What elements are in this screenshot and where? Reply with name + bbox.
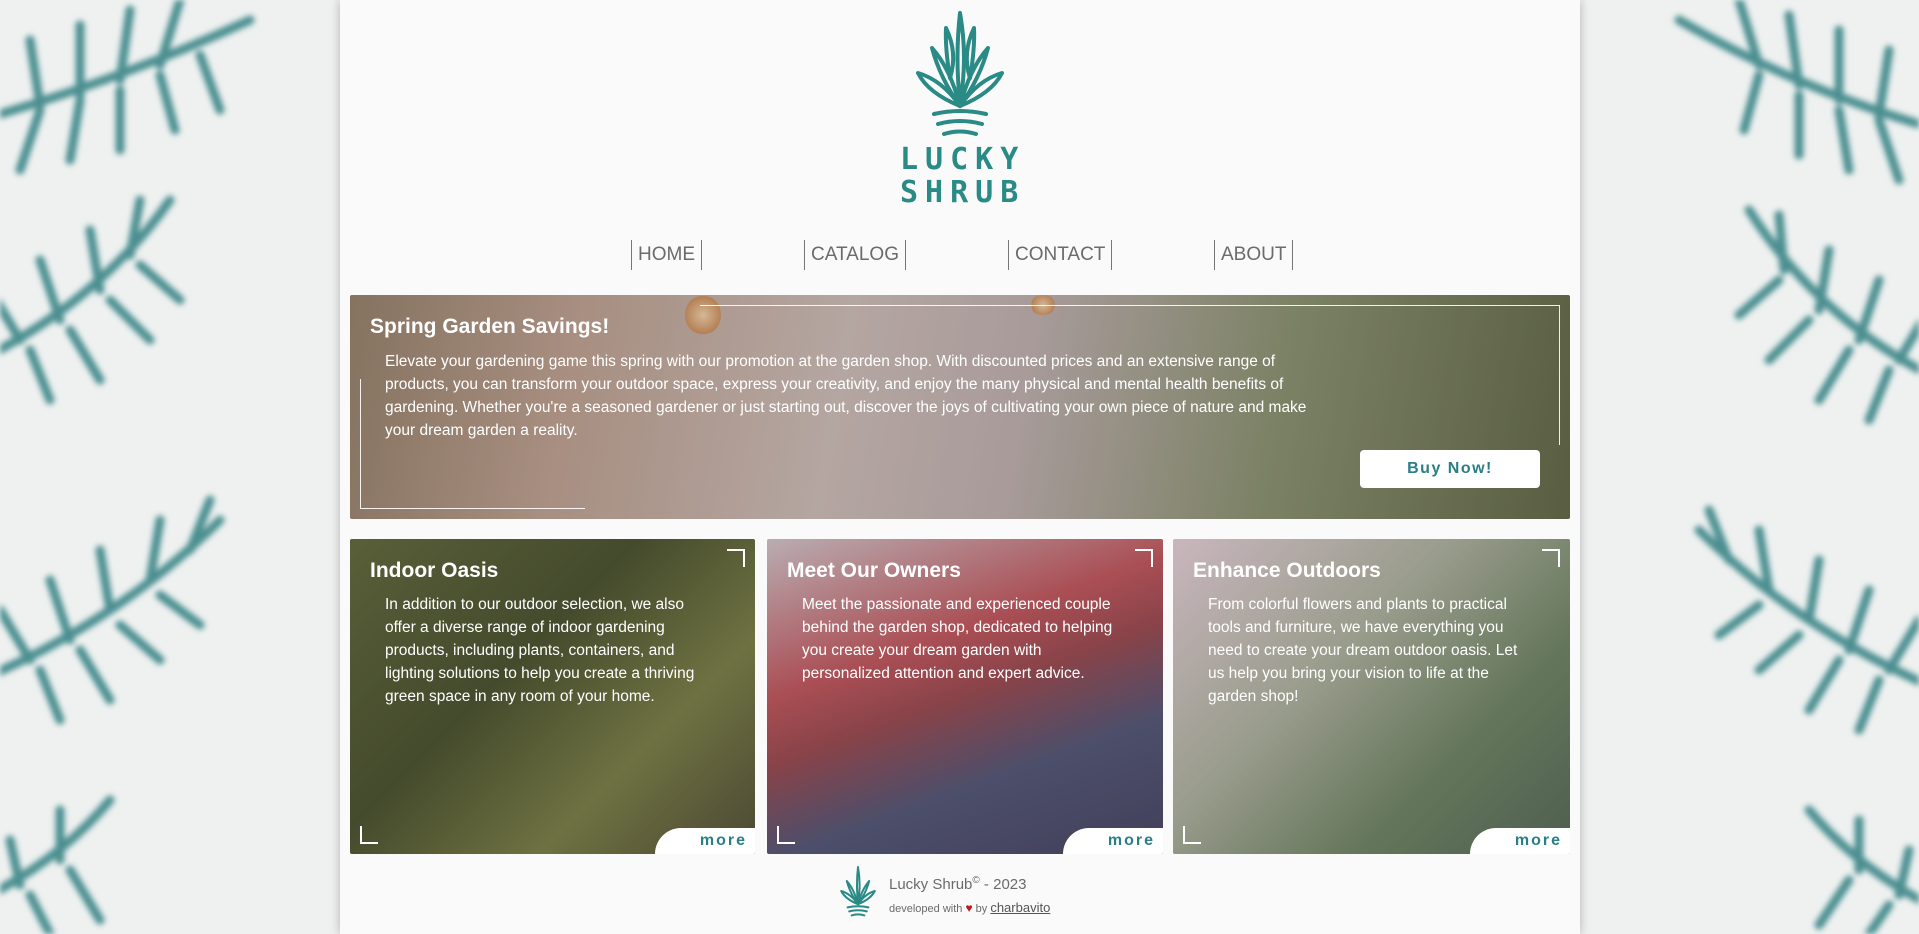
more-button[interactable]: more (1063, 828, 1163, 854)
card-corner (777, 826, 795, 844)
promo-banner: Spring Garden Savings! Elevate your gard… (350, 295, 1570, 519)
by-label: by (975, 903, 988, 915)
card-corner (1135, 549, 1153, 567)
fern-decoration-icon (0, 0, 255, 934)
footer-credit: developed with ♥ by charbavito (889, 900, 1050, 915)
site-logo[interactable]: LUCKY SHRUB (900, 8, 1020, 213)
card-overlay (767, 539, 1163, 854)
card-meet-owners: Meet Our Owners Meet the passionate and … (767, 539, 1163, 854)
card-text: In addition to our outdoor selection, we… (385, 596, 695, 705)
developed-with-label: developed with (889, 903, 963, 915)
card-text: From colorful flowers and plants to prac… (1208, 596, 1518, 705)
card-corner (727, 549, 745, 567)
logo-text-line2: SHRUB (900, 175, 1026, 210)
leaf-plant-logo-icon (840, 866, 876, 917)
footer: Lucky Shrub© - 2023 developed with ♥ by … (340, 865, 1580, 925)
copyright-symbol: © (972, 875, 980, 886)
fern-decoration-right (1579, 0, 1919, 934)
card-enhance-outdoors: Enhance Outdoors From colorful flowers a… (1173, 539, 1570, 854)
promo-title: Spring Garden Savings! (370, 315, 610, 338)
card-corner (1542, 549, 1560, 567)
page-container: LUCKY SHRUB HOME CATALOG CONTACT ABOUT S… (340, 0, 1580, 934)
nav-contact[interactable]: CONTACT (1008, 240, 1113, 270)
footer-brand-name: Lucky Shrub (889, 876, 973, 893)
card-title: Indoor Oasis (370, 559, 499, 582)
nav-home[interactable]: HOME (631, 240, 702, 270)
author-link[interactable]: charbavito (990, 900, 1050, 915)
more-button[interactable]: more (655, 828, 755, 854)
footer-copyright: Lucky Shrub© - 2023 (889, 875, 1026, 893)
card-indoor-oasis: Indoor Oasis In addition to our outdoor … (350, 539, 755, 854)
card-title: Meet Our Owners (787, 559, 961, 582)
more-button[interactable]: more (1470, 828, 1570, 854)
nav-catalog[interactable]: CATALOG (804, 240, 906, 270)
leaf-plant-logo-icon (916, 11, 1004, 136)
fern-decoration-left (0, 0, 340, 934)
card-corner (360, 826, 378, 844)
nav-about[interactable]: ABOUT (1214, 240, 1294, 270)
promo-text: Elevate your gardening game this spring … (385, 353, 1307, 439)
logo-text-line1: LUCKY (900, 142, 1026, 177)
card-title: Enhance Outdoors (1193, 559, 1381, 582)
footer-year: - 2023 (979, 876, 1027, 893)
heart-icon: ♥ (965, 901, 973, 915)
card-text: Meet the passionate and experienced coup… (802, 596, 1113, 682)
main-nav: HOME CATALOG CONTACT ABOUT (340, 240, 1580, 270)
fern-decoration-icon (1674, 0, 1919, 934)
buy-now-button[interactable]: Buy Now! (1360, 450, 1540, 488)
card-corner (1183, 826, 1201, 844)
